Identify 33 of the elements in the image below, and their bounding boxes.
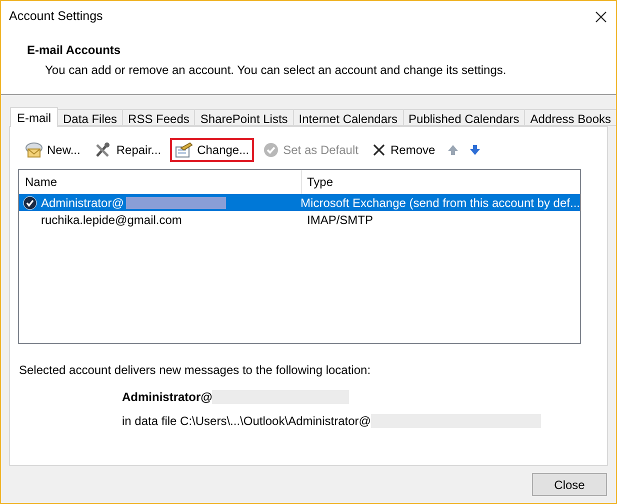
tab[interactable]: SharePoint Lists bbox=[194, 109, 294, 126]
account-name: Administrator@ bbox=[122, 389, 212, 406]
tab[interactable]: Address Books bbox=[524, 109, 616, 126]
delivery-caption: Selected account delivers new messages to the following location: bbox=[18, 362, 372, 379]
tab[interactable]: E-mail bbox=[10, 107, 58, 127]
section-description: You can add or remove an account. You can select an account and change its settings. bbox=[44, 62, 508, 79]
check-circle-icon bbox=[23, 196, 37, 210]
toolbar-button[interactable]: New... bbox=[20, 138, 86, 162]
up-arrow-icon[interactable] bbox=[447, 144, 460, 156]
table-cell-text: IMAP/SMTP bbox=[306, 212, 374, 228]
section-title: E-mail Accounts bbox=[27, 42, 122, 59]
tab[interactable]: Internet Calendars bbox=[292, 109, 404, 126]
table-cell-text: Administrator@ bbox=[41, 194, 124, 212]
toolbar-button[interactable]: Repair... bbox=[89, 138, 166, 162]
close-button[interactable]: Close bbox=[532, 473, 607, 496]
column-header[interactable]: Type bbox=[302, 170, 580, 194]
form-edit-icon bbox=[175, 142, 194, 158]
tab[interactable]: Published Calendars bbox=[402, 109, 526, 126]
down-arrow-icon[interactable] bbox=[469, 144, 482, 156]
tab[interactable]: Data Files bbox=[57, 109, 124, 126]
envelope-icon bbox=[25, 142, 43, 158]
tools-icon bbox=[94, 142, 112, 158]
table-row[interactable]: ruchika.lepide@gmail.com IMAP/SMTP bbox=[19, 211, 580, 228]
table-row[interactable]: Administrator@ Microsoft Exchange (send from this account by def... bbox=[19, 194, 580, 211]
close-icon bbox=[372, 143, 386, 157]
tab[interactable]: RSS Feeds bbox=[122, 109, 196, 126]
table-cell-text: Microsoft Exchange (send from this account by def... bbox=[300, 194, 580, 212]
toolbar-button[interactable]: Remove bbox=[367, 138, 440, 162]
data-file-path: in data file C:\Users\...\Outlook\Administrator@ bbox=[122, 413, 371, 430]
check-circle-icon bbox=[263, 142, 280, 158]
window-title: Account Settings bbox=[9, 8, 103, 26]
toolbar-button[interactable]: Change... bbox=[170, 138, 254, 162]
table-cell-text: ruchika.lepide@gmail.com bbox=[41, 212, 182, 228]
